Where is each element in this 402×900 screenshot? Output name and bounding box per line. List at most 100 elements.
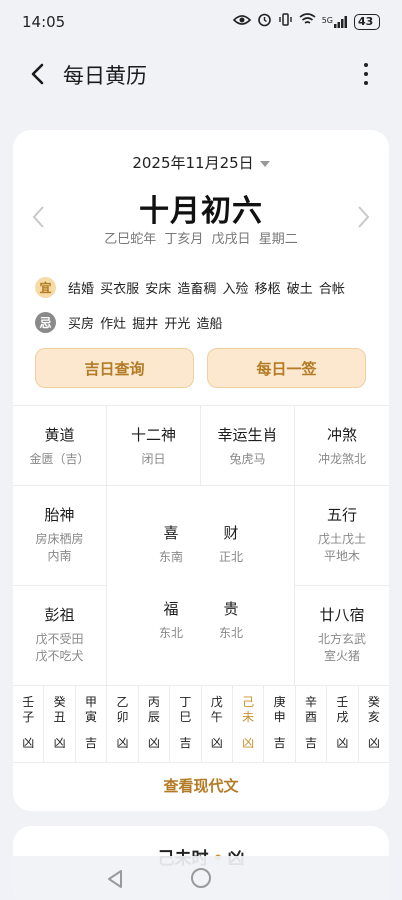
hour-stem: 戊 <box>210 695 223 709</box>
hour-branch: 子 <box>22 710 35 724</box>
status-icons: 5G 43 <box>232 12 380 31</box>
hour-luck: 凶 <box>147 736 160 750</box>
cell-value: 冲龙煞北 <box>317 452 366 466</box>
cell-title: 彭祖 <box>44 606 75 624</box>
hour-luck: 凶 <box>367 736 380 750</box>
cell-value: 北方玄武 室火猪 <box>317 632 366 663</box>
wuxing-cell: 五行 戊土戊土 平地木 <box>295 486 389 586</box>
cell-title: 廿八宿 <box>319 606 365 624</box>
ji-row: 忌 买房 作灶 掘井 开光 造船 <box>35 312 223 333</box>
hour-luck: 凶 <box>210 736 223 750</box>
hour-stem: 癸 <box>367 695 380 709</box>
hour-cell[interactable]: 丙辰凶 <box>139 685 171 762</box>
hour-cell[interactable]: 乙卯凶 <box>107 685 139 762</box>
hour-luck: 凶 <box>53 736 66 750</box>
hour-luck: 吉 <box>305 736 318 750</box>
app-bar: 每日黄历 <box>0 50 402 98</box>
hour-cell[interactable]: 丁巳吉 <box>170 685 202 762</box>
pengzu-cell: 彭祖 戊不受田 戊不吃犬 <box>13 586 107 686</box>
xi-god: 喜 东南 <box>158 524 183 564</box>
hour-cell[interactable]: 庚申吉 <box>264 685 296 762</box>
ji-text: 买房 作灶 掘井 开光 造船 <box>68 317 223 332</box>
hour-stem: 辛 <box>305 695 318 709</box>
hour-stem: 庚 <box>273 695 286 709</box>
more-dots-icon <box>364 63 368 67</box>
hour-cell[interactable]: 己未凶 <box>233 685 265 762</box>
hour-branch: 巳 <box>179 710 192 724</box>
hour-luck: 凶 <box>242 736 255 750</box>
eye-icon <box>232 14 251 30</box>
more-options-button[interactable] <box>354 58 378 90</box>
cell-title: 幸运生肖 <box>217 426 278 444</box>
hour-luck: 凶 <box>116 736 129 750</box>
wifi-icon <box>299 13 316 30</box>
hour-luck-row: 壬子凶癸丑凶甲寅吉乙卯凶丙辰凶丁巳吉戊午凶己未凶庚申吉辛酉吉壬戌凶癸亥凶 <box>13 685 389 763</box>
hour-cell[interactable]: 甲寅吉 <box>76 685 108 762</box>
hour-cell[interactable]: 癸丑凶 <box>44 685 76 762</box>
signal-icon: 5G <box>322 15 348 28</box>
hour-stem: 乙 <box>116 695 129 709</box>
auspicious-day-query-button[interactable]: 吉日查询 <box>35 348 194 388</box>
cell-title: 十二神 <box>130 426 176 444</box>
battery-icon: 43 <box>354 13 380 30</box>
hour-cell[interactable]: 戊午凶 <box>202 685 233 762</box>
daily-fortune-button[interactable]: 每日一签 <box>207 348 366 388</box>
cell-value: 戊土戊土 平地木 <box>317 532 366 563</box>
hour-branch: 寅 <box>85 710 98 724</box>
hour-stem: 癸 <box>53 695 66 709</box>
hour-stem: 丁 <box>179 695 192 709</box>
yi-row: 宜 结婚 买衣服 安床 造畜稠 入殓 移柩 破土 合帐 <box>35 277 345 298</box>
vibrate-icon <box>278 12 293 31</box>
hour-cell[interactable]: 壬戌凶 <box>327 685 359 762</box>
nav-back-button[interactable] <box>104 868 126 890</box>
hour-cell[interactable]: 癸亥凶 <box>359 685 389 762</box>
cell-title: 冲煞 <box>326 426 357 444</box>
cell-title: 黄道 <box>44 426 75 444</box>
almanac-grid: 黄道 金匮（吉） 十二神 闭日 幸运生肖 兔虎马 冲煞 冲龙煞北 胎神 房床栖房… <box>13 405 389 686</box>
hour-cell[interactable]: 壬子凶 <box>13 685 45 762</box>
hour-luck: 凶 <box>336 736 349 750</box>
caret-down-icon <box>259 160 270 167</box>
hour-luck: 凶 <box>22 736 35 750</box>
chevron-left-icon <box>31 63 44 85</box>
hour-stem: 己 <box>242 695 255 709</box>
gods-direction-panel: 喜 东南 财 正北 福 东北 贵 东北 <box>107 486 295 686</box>
cell-value: 金匮（吉） <box>29 452 90 466</box>
yi-badge: 宜 <box>35 277 56 298</box>
status-bar: 14:05 5G 43 <box>0 0 402 44</box>
cell-title: 五行 <box>326 506 357 524</box>
system-nav-bar <box>0 856 402 900</box>
nav-home-button[interactable] <box>191 868 211 888</box>
hour-branch: 未 <box>242 710 255 724</box>
page-title: 每日黄历 <box>63 64 147 88</box>
hour-branch: 亥 <box>367 710 380 724</box>
triangle-back-icon <box>108 870 122 888</box>
taishen-cell: 胎神 房床栖房 内南 <box>13 486 107 586</box>
hour-branch: 辰 <box>147 710 160 724</box>
hour-luck: 吉 <box>273 736 286 750</box>
shiershen-cell: 十二神 闭日 <box>107 406 201 486</box>
hour-branch: 申 <box>273 710 286 724</box>
yi-text: 结婚 买衣服 安床 造畜稠 入殓 移柩 破土 合帐 <box>68 282 345 297</box>
cell-value: 房床栖房 内南 <box>35 532 84 563</box>
almanac-card: 2025年11月25日 十月初六 乙巳蛇年 丁亥月 戊戌日 星期二 宜 结婚 买… <box>13 130 389 811</box>
date-selector[interactable]: 2025年11月25日 <box>13 152 389 173</box>
view-modern-text-link[interactable]: 查看现代文 <box>13 775 389 796</box>
hour-stem: 甲 <box>85 695 98 709</box>
hour-branch: 丑 <box>53 710 66 724</box>
cell-value: 戊不受田 戊不吃犬 <box>35 632 84 663</box>
hour-cell[interactable]: 辛酉吉 <box>296 685 328 762</box>
hour-stem: 壬 <box>22 695 35 709</box>
hour-luck: 吉 <box>85 736 98 750</box>
gui-god: 贵 东北 <box>218 600 243 640</box>
solar-date: 2025年11月25日 <box>132 154 254 172</box>
back-button[interactable] <box>22 58 54 90</box>
hour-branch: 戌 <box>336 710 349 724</box>
lucky-zodiac-cell: 幸运生肖 兔虎马 <box>201 406 295 486</box>
hour-stem: 壬 <box>336 695 349 709</box>
lunar-date: 十月初六 <box>139 194 263 229</box>
cai-god: 财 正北 <box>218 524 243 564</box>
cell-title: 胎神 <box>44 506 75 524</box>
fu-god: 福 东北 <box>158 600 183 640</box>
cell-value: 兔虎马 <box>229 452 266 466</box>
